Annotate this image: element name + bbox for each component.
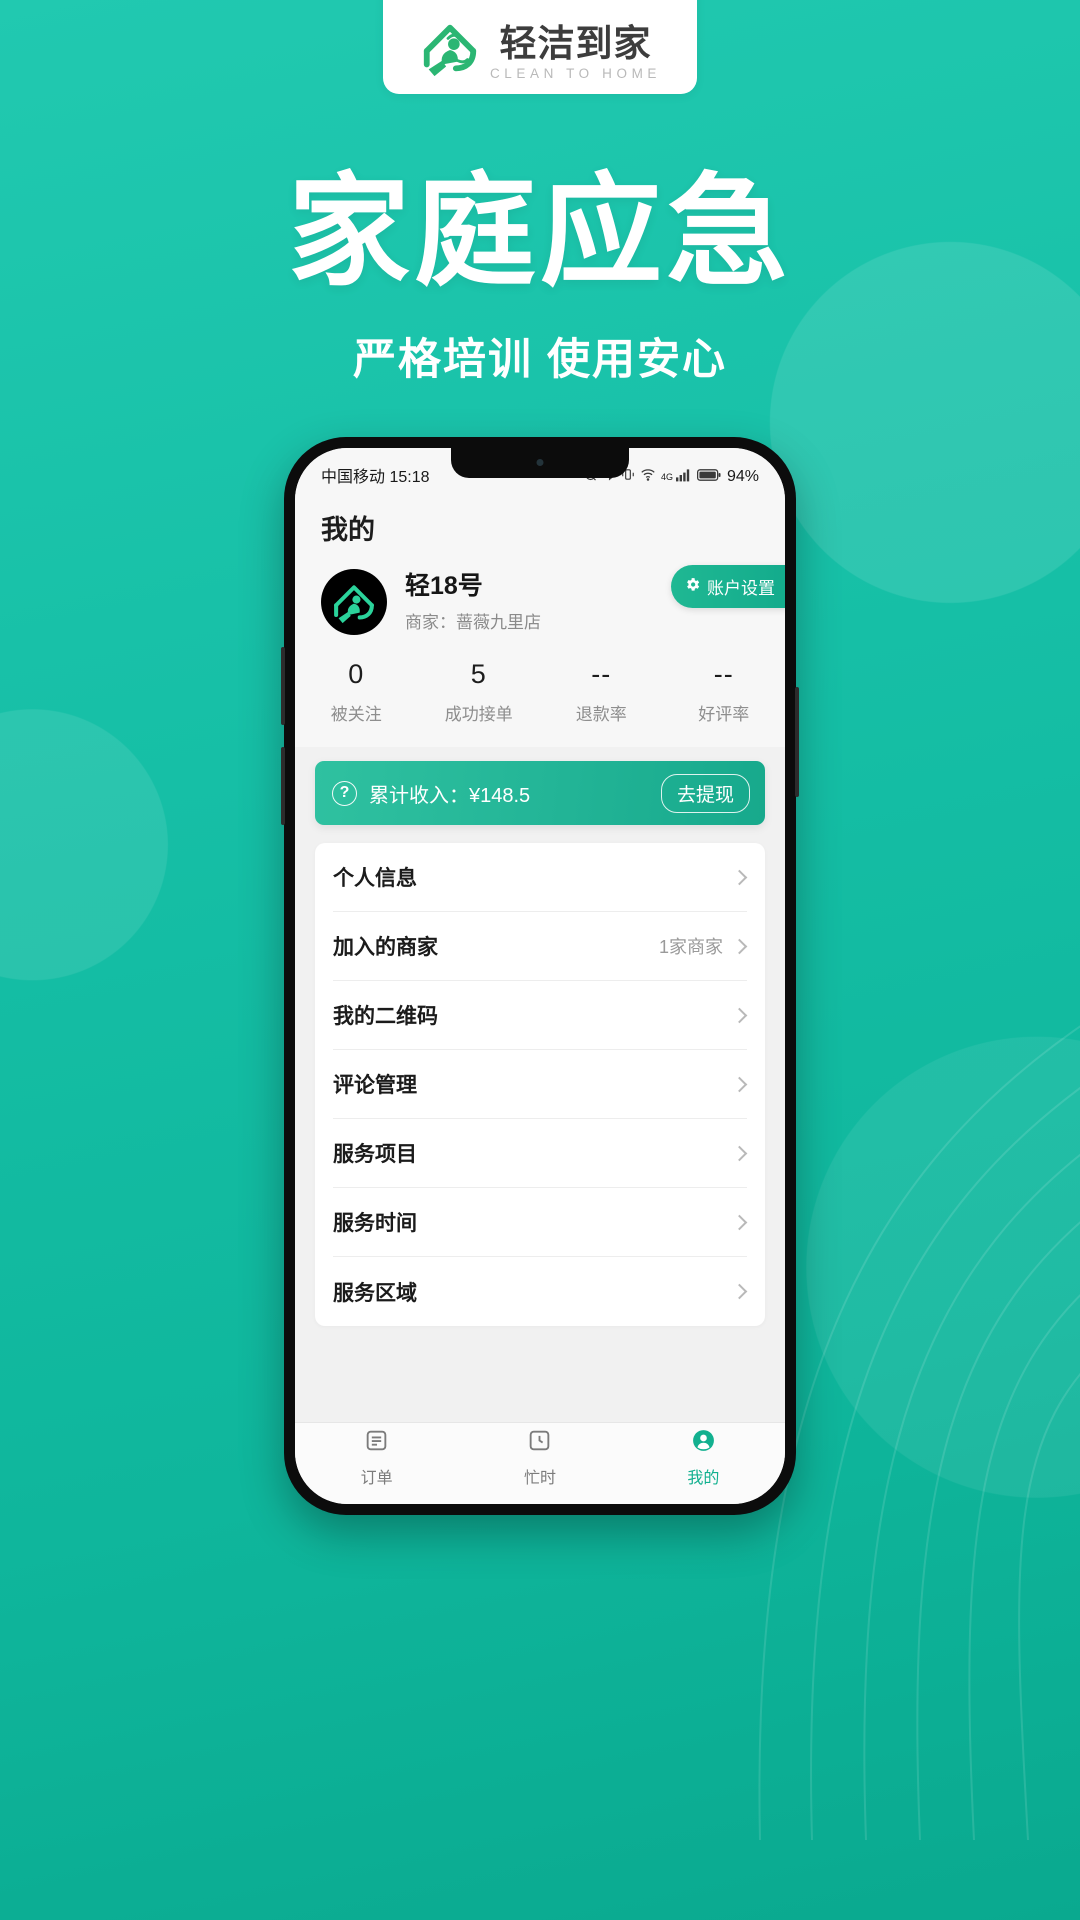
clock-icon (527, 1428, 552, 1458)
stat-positive-rate[interactable]: -- 好评率 (663, 661, 786, 725)
phone-screen: 中国移动 15:18 4G 94% 我的 轻18号 商家：蔷薇九里店 账户设置 … (295, 448, 785, 1504)
network-type-label: 4G (660, 472, 673, 482)
brand-logo-badge: 轻洁到家 CLEAN TO HOME (383, 0, 697, 94)
order-list-icon (364, 1428, 389, 1458)
promo-subheadline: 严格培训 使用安心 (353, 336, 727, 384)
chevron-right-icon (731, 1007, 748, 1023)
menu-item-my-qrcode[interactable]: 我的二维码 (333, 981, 748, 1050)
page-title: 我的 (321, 515, 375, 545)
menu-item-label: 服务项目 (333, 1143, 417, 1166)
content-scroll-area[interactable]: ? 累计收入：¥148.5 去提现 个人信息 加入的商家 1家商家 我的二维码 (295, 747, 785, 1422)
menu-item-personal-info[interactable]: 个人信息 (333, 843, 748, 912)
chevron-right-icon (731, 869, 748, 885)
battery-percent-label: 94% (726, 468, 759, 485)
chevron-right-icon (731, 1145, 748, 1161)
income-card: ? 累计收入：¥148.5 去提现 (315, 761, 765, 825)
brand-name-en: CLEAN TO HOME (489, 65, 662, 81)
chevron-right-icon (731, 1076, 748, 1092)
menu-item-label: 个人信息 (333, 867, 417, 890)
profile-text: 轻18号 商家：蔷薇九里店 (405, 571, 541, 633)
bottom-tab-bar: 订单 忙时 我的 (295, 1422, 785, 1504)
menu-item-comment-management[interactable]: 评论管理 (333, 1050, 748, 1119)
menu-item-label: 评论管理 (333, 1074, 417, 1097)
account-settings-button[interactable]: 账户设置 (671, 565, 785, 608)
tab-busy-time[interactable]: 忙时 (458, 1423, 621, 1492)
signal-bars-icon (675, 468, 692, 487)
stat-followers[interactable]: 0 被关注 (295, 661, 418, 725)
menu-item-value: 1家商家 (658, 937, 723, 957)
status-bar-left: 中国移动 15:18 (321, 463, 430, 487)
tab-mine[interactable]: 我的 (622, 1423, 785, 1492)
stat-orders[interactable]: 5 成功接单 (418, 661, 541, 725)
menu-item-service-area[interactable]: 服务区域 (333, 1257, 748, 1326)
tab-label: 我的 (687, 1469, 720, 1487)
tab-label: 订单 (360, 1469, 393, 1487)
tab-orders[interactable]: 订单 (295, 1423, 458, 1492)
settings-menu-card: 个人信息 加入的商家 1家商家 我的二维码 评论管理 服务项目 服务时间 服务区… (315, 843, 765, 1326)
menu-item-label: 服务区域 (333, 1281, 417, 1305)
question-mark-icon[interactable]: ? (332, 780, 357, 806)
wifi-icon (640, 467, 656, 487)
person-icon (691, 1428, 716, 1458)
chevron-right-icon (731, 938, 748, 954)
withdraw-button[interactable]: 去提现 (660, 773, 750, 813)
menu-item-label: 我的二维码 (333, 1005, 438, 1028)
menu-item-joined-merchants[interactable]: 加入的商家 1家商家 (333, 912, 748, 981)
promo-headline: 家庭应急 (288, 164, 792, 300)
brand-name-cn: 轻洁到家 (499, 22, 652, 64)
stat-value: 0 (348, 659, 365, 689)
avatar[interactable] (321, 569, 387, 635)
gear-icon (684, 576, 701, 598)
menu-item-service-items[interactable]: 服务项目 (333, 1119, 748, 1188)
account-settings-label: 账户设置 (707, 579, 775, 598)
profile-shop: 商家：蔷薇九里店 (405, 613, 541, 632)
battery-icon (696, 468, 721, 487)
chevron-right-icon (731, 1214, 748, 1230)
menu-item-label: 服务时间 (333, 1212, 417, 1235)
phone-mockup: 中国移动 15:18 4G 94% 我的 轻18号 商家：蔷薇九里店 账户设置 … (281, 437, 799, 1515)
house-cleaner-logo-icon (419, 18, 481, 80)
profile-header: 我的 轻18号 商家：蔷薇九里店 账户设置 0 被关注 5 成功接单 -- 退款… (295, 492, 785, 747)
stat-value: -- (591, 659, 612, 689)
stat-label: 退款率 (575, 705, 627, 724)
front-camera-icon (536, 459, 544, 466)
carrier-and-time: 中国移动 15:18 (321, 469, 430, 486)
chevron-right-icon (731, 1283, 748, 1300)
profile-name: 轻18号 (405, 572, 483, 600)
menu-item-label: 加入的商家 (333, 936, 438, 959)
stats-row: 0 被关注 5 成功接单 -- 退款率 -- 好评率 (295, 635, 785, 747)
stat-label: 被关注 (330, 705, 382, 724)
stat-label: 好评率 (698, 705, 750, 724)
tab-label: 忙时 (523, 1469, 556, 1487)
stat-value: 5 (470, 659, 487, 689)
stat-label: 成功接单 (444, 705, 513, 724)
profile-row[interactable]: 轻18号 商家：蔷薇九里店 账户设置 (295, 547, 785, 635)
stat-value: -- (713, 659, 734, 689)
phone-power-button (795, 687, 799, 797)
income-text: 累计收入：¥148.5 (369, 784, 531, 807)
stat-refund-rate[interactable]: -- 退款率 (540, 661, 663, 725)
menu-item-service-time[interactable]: 服务时间 (333, 1188, 748, 1257)
